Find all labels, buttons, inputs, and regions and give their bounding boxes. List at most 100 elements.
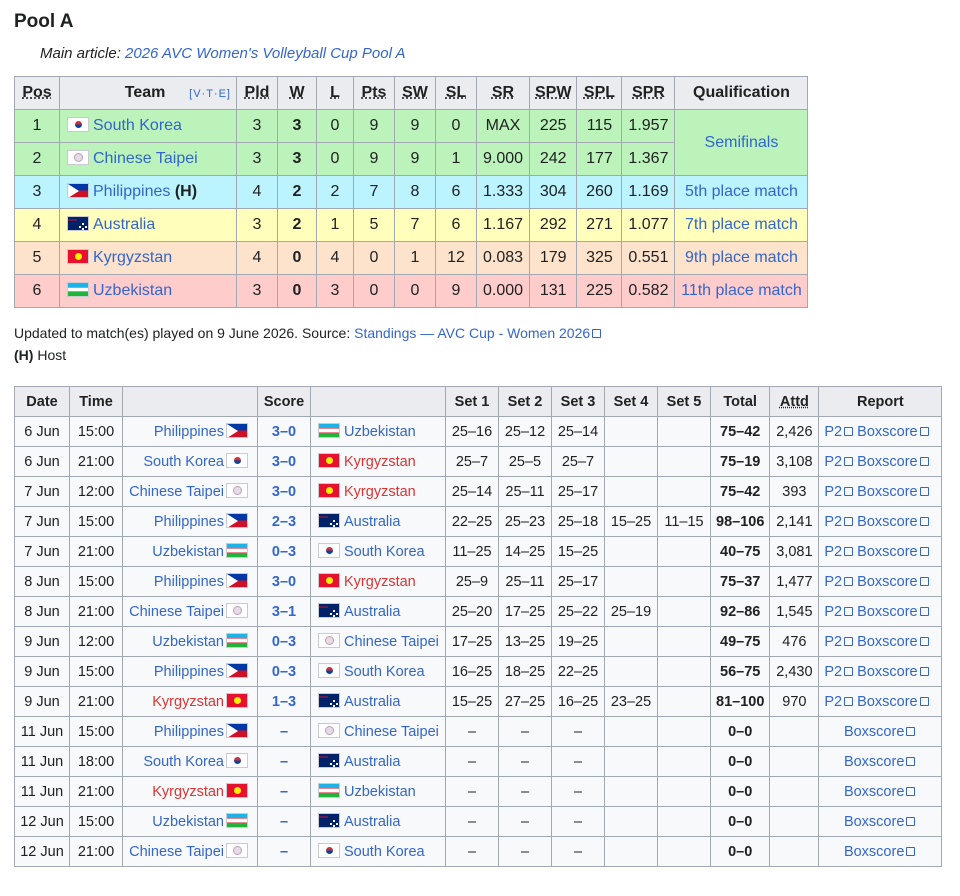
- team-link[interactable]: Uzbekistan: [93, 282, 172, 299]
- p2-report-link[interactable]: P2: [824, 694, 853, 710]
- attendance-cell: [769, 746, 820, 777]
- vte-links[interactable]: [V·T·E]: [189, 88, 231, 100]
- home-team-link[interactable]: South Korea: [143, 754, 224, 770]
- home-team-link[interactable]: Kyrgyzstan: [152, 694, 224, 710]
- p2-report-link[interactable]: P2: [824, 664, 853, 680]
- date-cell: 9 Jun: [14, 686, 70, 717]
- col-attd: Attd: [769, 386, 820, 417]
- p2-report-link[interactable]: P2: [824, 424, 853, 440]
- set2-cell: –: [498, 806, 552, 837]
- home-team-link[interactable]: Chinese Taipei: [129, 604, 224, 620]
- home-team-link[interactable]: Chinese Taipei: [129, 844, 224, 860]
- home-team-link[interactable]: South Korea: [143, 454, 224, 470]
- p2-report-link[interactable]: P2: [824, 604, 853, 620]
- p2-report-link[interactable]: P2: [824, 544, 853, 560]
- boxscore-link[interactable]: Boxscore: [857, 604, 928, 620]
- home-team-link[interactable]: Philippines: [154, 664, 224, 680]
- boxscore-link[interactable]: Boxscore: [857, 514, 928, 530]
- set1-cell: 25–20: [445, 596, 499, 627]
- p2-report-link[interactable]: P2: [824, 574, 853, 590]
- boxscore-link[interactable]: Boxscore: [857, 484, 928, 500]
- boxscore-link[interactable]: Boxscore: [844, 724, 915, 740]
- team-link[interactable]: Australia: [93, 216, 155, 233]
- main-article-link[interactable]: 2026 AVC Women's Volleyball Cup Pool A: [125, 45, 406, 62]
- set2-cell: –: [498, 776, 552, 807]
- p2-report-link[interactable]: P2: [824, 484, 853, 500]
- away-team-link[interactable]: Australia: [344, 514, 400, 530]
- date-cell: 9 Jun: [14, 626, 70, 657]
- boxscore-link[interactable]: Boxscore: [857, 574, 928, 590]
- qualification-link[interactable]: 11th place match: [681, 282, 802, 299]
- set4-cell: [604, 746, 658, 777]
- away-team-link[interactable]: South Korea: [344, 844, 425, 860]
- away-team-link[interactable]: Australia: [344, 604, 400, 620]
- flag-au-icon: [318, 603, 340, 618]
- boxscore-link[interactable]: Boxscore: [857, 634, 928, 650]
- date-cell: 8 Jun: [14, 566, 70, 597]
- away-team-link[interactable]: Australia: [344, 814, 400, 830]
- p2-report-link[interactable]: P2: [824, 454, 853, 470]
- away-team-link[interactable]: Australia: [344, 754, 400, 770]
- match-row: 11 Jun 18:00 South Korea – Australia – – –0–0 Bo…: [14, 746, 943, 777]
- team-link[interactable]: South Korea: [93, 117, 182, 134]
- team-link[interactable]: Chinese Taipei: [93, 150, 198, 167]
- col-time: Time: [69, 386, 123, 417]
- sr-cell: MAX: [476, 109, 530, 143]
- boxscore-link[interactable]: Boxscore: [857, 694, 928, 710]
- away-team-link[interactable]: Kyrgyzstan: [344, 484, 416, 500]
- away-team-link[interactable]: Australia: [344, 694, 400, 710]
- boxscore-link[interactable]: Boxscore: [844, 754, 915, 770]
- boxscore-link[interactable]: Boxscore: [857, 454, 928, 470]
- set1-cell: 17–25: [445, 626, 499, 657]
- p2-report-link[interactable]: P2: [824, 634, 853, 650]
- set1-cell: 15–25: [445, 686, 499, 717]
- source-link[interactable]: Standings — AVC Cup - Women 2026: [354, 325, 601, 341]
- away-team-link[interactable]: Kyrgyzstan: [344, 574, 416, 590]
- home-team-link[interactable]: Philippines: [154, 424, 224, 440]
- away-team-link[interactable]: Chinese Taipei: [344, 724, 439, 740]
- boxscore-link[interactable]: Boxscore: [857, 664, 928, 680]
- pld-cell: 4: [236, 175, 278, 209]
- team-link[interactable]: Kyrgyzstan: [93, 249, 172, 266]
- away-team-link[interactable]: Uzbekistan: [344, 424, 416, 440]
- set3-cell: 16–25: [551, 686, 605, 717]
- away-team-link[interactable]: Chinese Taipei: [344, 634, 439, 650]
- sw-cell: 8: [394, 175, 436, 209]
- away-team-link[interactable]: South Korea: [344, 664, 425, 680]
- date-cell: 7 Jun: [14, 476, 70, 507]
- time-cell: 12:00: [69, 626, 123, 657]
- away-team-link[interactable]: Uzbekistan: [344, 784, 416, 800]
- home-team-link[interactable]: Philippines: [154, 514, 224, 530]
- p2-report-link[interactable]: P2: [824, 514, 853, 530]
- qualification-link[interactable]: 7th place match: [685, 216, 798, 233]
- home-team-link[interactable]: Uzbekistan: [152, 814, 224, 830]
- standings-row: 6 Uzbekistan 3 0 3 0 0 9 0.000 131 225 0.582 11th pl…: [14, 274, 809, 308]
- home-team-link[interactable]: Chinese Taipei: [129, 484, 224, 500]
- boxscore-link[interactable]: Boxscore: [844, 814, 915, 830]
- qualification-link[interactable]: 5th place match: [685, 183, 798, 200]
- boxscore-link[interactable]: Boxscore: [844, 844, 915, 860]
- qualification-link[interactable]: 9th place match: [685, 249, 798, 266]
- flag-tp-icon: [67, 150, 89, 165]
- report-cell: Boxscore: [818, 776, 943, 807]
- away-team-link[interactable]: Kyrgyzstan: [344, 454, 416, 470]
- sr-cell: 1.333: [476, 175, 530, 209]
- sl-cell: 1: [435, 142, 477, 176]
- attendance-cell: 393: [769, 476, 820, 507]
- home-team-link[interactable]: Philippines: [154, 574, 224, 590]
- total-cell: 0–0: [709, 806, 771, 837]
- boxscore-link[interactable]: Boxscore: [857, 424, 928, 440]
- set2-cell: 13–25: [498, 626, 552, 657]
- away-team-link[interactable]: South Korea: [344, 544, 425, 560]
- qualification-link[interactable]: Semifinals: [705, 134, 779, 151]
- team-link[interactable]: Philippines: [93, 183, 170, 200]
- boxscore-link[interactable]: Boxscore: [857, 544, 928, 560]
- set5-cell: [657, 446, 711, 477]
- set3-cell: 25–7: [551, 446, 605, 477]
- home-team-link[interactable]: Philippines: [154, 724, 224, 740]
- home-team-link[interactable]: Uzbekistan: [152, 544, 224, 560]
- home-team-link[interactable]: Uzbekistan: [152, 634, 224, 650]
- home-team-link[interactable]: Kyrgyzstan: [152, 784, 224, 800]
- set3-cell: –: [551, 836, 605, 867]
- boxscore-link[interactable]: Boxscore: [844, 784, 915, 800]
